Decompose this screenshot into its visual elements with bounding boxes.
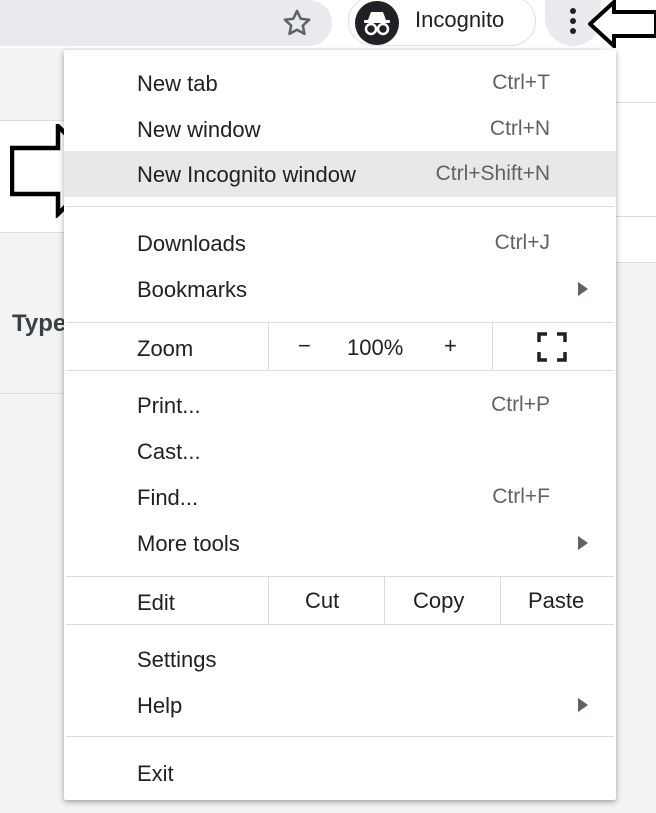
menu-item-new-window[interactable]: New window Ctrl+N	[64, 106, 616, 152]
menu-item-label: Bookmarks	[137, 277, 248, 302]
cut-button[interactable]: Cut	[305, 588, 339, 614]
shortcut-label: Ctrl+P	[491, 393, 550, 416]
incognito-icon	[355, 1, 399, 45]
menu-item-label: Exit	[137, 761, 174, 786]
row-divider	[500, 577, 501, 625]
menu-separator	[66, 624, 614, 625]
menu-item-bookmarks[interactable]: Bookmarks	[64, 266, 616, 312]
menu-separator	[66, 736, 614, 737]
shortcut-label: Ctrl+Shift+N	[435, 162, 550, 185]
pointer-arrow-left-icon	[588, 0, 656, 48]
star-outline-icon[interactable]	[280, 6, 314, 40]
menu-separator	[66, 370, 614, 371]
copy-button[interactable]: Copy	[413, 588, 464, 614]
background-divider	[0, 120, 70, 121]
menu-separator	[66, 576, 614, 577]
menu-item-help[interactable]: Help	[64, 682, 616, 728]
submenu-arrow-icon	[578, 698, 588, 712]
edit-label: Edit	[137, 590, 175, 615]
menu-item-label: Help	[137, 693, 183, 718]
menu-item-find[interactable]: Find... Ctrl+F	[64, 474, 616, 520]
zoom-label: Zoom	[137, 336, 194, 361]
menu-item-new-tab[interactable]: New tab Ctrl+T	[64, 60, 616, 106]
fullscreen-icon[interactable]	[537, 332, 567, 362]
zoom-out-button[interactable]: −	[298, 333, 311, 359]
background-divider	[0, 232, 70, 233]
menu-item-label: New Incognito window	[137, 162, 356, 187]
menu-item-downloads[interactable]: Downloads Ctrl+J	[64, 220, 616, 266]
row-divider	[268, 577, 269, 625]
menu-separator	[66, 322, 614, 323]
menu-separator	[66, 206, 614, 207]
menu-item-exit[interactable]: Exit	[64, 750, 616, 796]
incognito-label: Incognito	[415, 7, 505, 32]
zoom-level: 100%	[347, 335, 404, 360]
chrome-main-menu: New tab Ctrl+T New window Ctrl+N New Inc…	[64, 50, 616, 800]
menu-item-label: More tools	[137, 531, 240, 556]
menu-item-label: Print...	[137, 393, 201, 418]
background-divider	[0, 393, 70, 394]
menu-item-label: Cast...	[137, 439, 201, 464]
incognito-profile-button[interactable]: Incognito	[348, 0, 536, 46]
menu-item-cast[interactable]: Cast...	[64, 428, 616, 474]
background-heading: Type	[12, 310, 67, 337]
menu-item-label: Downloads	[137, 231, 246, 256]
menu-item-new-incognito-window[interactable]: New Incognito window Ctrl+Shift+N	[64, 151, 616, 197]
zoom-in-button[interactable]: +	[444, 333, 457, 359]
paste-button[interactable]: Paste	[528, 588, 584, 614]
row-divider	[492, 323, 493, 371]
menu-item-label: New tab	[137, 71, 218, 96]
menu-item-label: New window	[137, 117, 261, 142]
shortcut-label: Ctrl+T	[492, 71, 550, 94]
row-divider	[268, 323, 269, 371]
row-divider	[384, 577, 385, 625]
shortcut-label: Ctrl+F	[492, 485, 550, 508]
menu-item-more-tools[interactable]: More tools	[64, 520, 616, 566]
menu-item-label: Settings	[137, 647, 217, 672]
shortcut-label: Ctrl+N	[489, 117, 550, 140]
menu-item-settings[interactable]: Settings	[64, 636, 616, 682]
submenu-arrow-icon	[578, 536, 588, 550]
browser-toolbar: Incognito	[0, 0, 656, 48]
shortcut-label: Ctrl+J	[494, 231, 550, 254]
menu-item-print[interactable]: Print... Ctrl+P	[64, 382, 616, 428]
submenu-arrow-icon	[578, 282, 588, 296]
menu-item-label: Find...	[137, 485, 199, 510]
